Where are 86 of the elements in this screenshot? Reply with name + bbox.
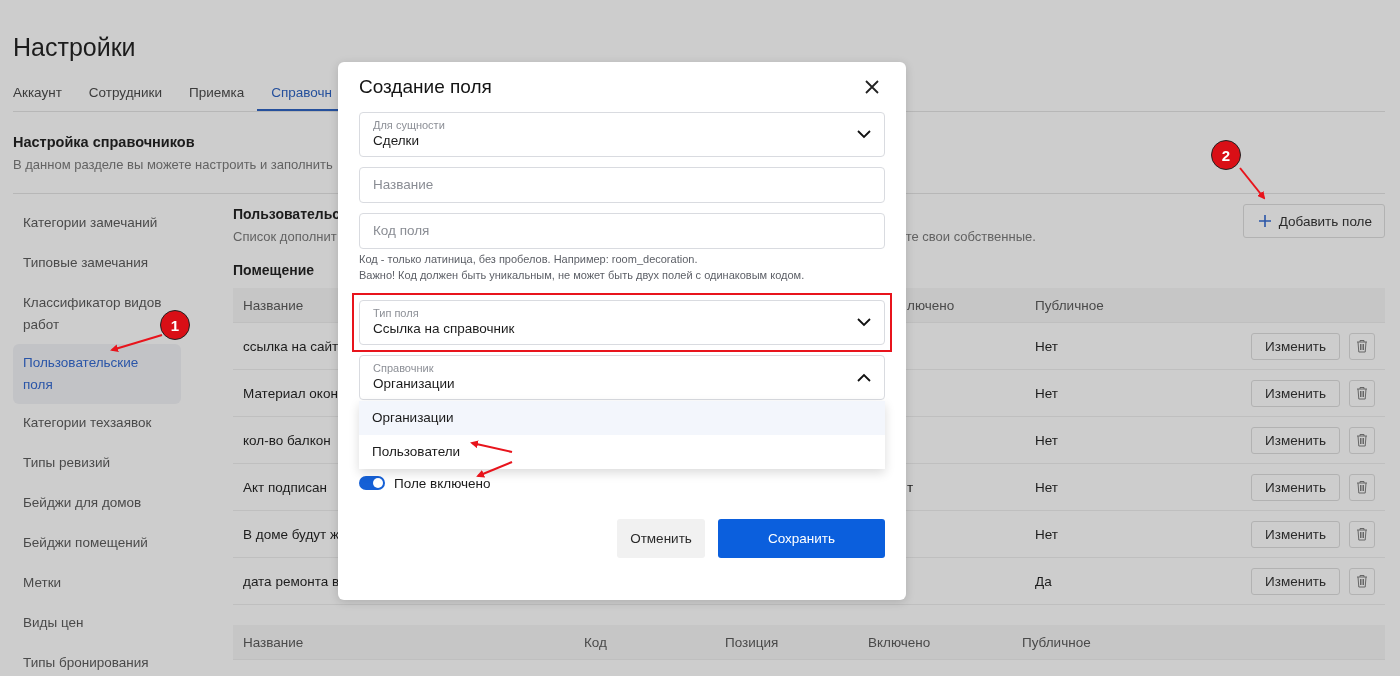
annotation-arrow: [476, 461, 513, 478]
chevron-up-icon: [857, 373, 871, 382]
toggle-switch[interactable]: [359, 476, 385, 491]
delete-button[interactable]: [1349, 379, 1375, 407]
sidebar-item[interactable]: Классификатор видов работ: [13, 284, 163, 344]
trash-icon: [1356, 527, 1368, 541]
edit-button[interactable]: Изменить: [1251, 379, 1340, 407]
table-cell-text: Нет: [1035, 385, 1059, 401]
step-badge: 1: [160, 310, 190, 340]
close-icon: [865, 79, 879, 94]
sidebar-item[interactable]: Бейджи для домов: [13, 484, 142, 524]
table-cell: ссылка на сайт: [243, 338, 339, 354]
edit-button[interactable]: Изменить: [1251, 520, 1340, 548]
chevron-down-icon: [857, 129, 871, 139]
column-header: Публичное: [1035, 297, 1105, 313]
section-description: Список дополнит: [233, 228, 337, 246]
sidebar-item[interactable]: Типовые замечания: [13, 244, 149, 284]
select-field[interactable]: Тип поля Ссылка на справочник: [359, 300, 885, 345]
sidebar-item[interactable]: Пользовательские поля: [13, 344, 181, 404]
trash-icon: [1356, 339, 1368, 353]
sidebar-item[interactable]: Бейджи помещений: [13, 524, 148, 564]
column-header: Название: [243, 297, 304, 313]
tab[interactable]: Аккаунт: [13, 76, 62, 109]
delete-button[interactable]: [1349, 567, 1375, 595]
delete-button[interactable]: [1349, 473, 1375, 501]
toggle-label: Поле включено: [394, 476, 491, 491]
table-cell-text: Да: [1035, 573, 1053, 589]
table-cell: Акт подписан: [243, 479, 327, 495]
table-cell: кол-во балкон: [243, 432, 331, 448]
column-header: лючено: [907, 297, 956, 313]
column-header: Название: [242, 634, 305, 650]
table-cell: Материал окон: [243, 385, 338, 401]
edit-button[interactable]: Изменить: [1251, 426, 1340, 454]
delete-button[interactable]: [1349, 332, 1375, 360]
sidebar-item[interactable]: Категории техзаявок: [13, 404, 152, 444]
add-field-button[interactable]: Добавить поле: [1242, 204, 1385, 238]
table-cell: дата ремонта в: [243, 573, 340, 589]
annotation-arrow: [1239, 167, 1266, 200]
sidebar-item[interactable]: Типы бронирования: [13, 644, 149, 676]
input-field[interactable]: Название: [359, 166, 885, 203]
annotation-arrow: [470, 440, 513, 453]
delete-button[interactable]: [1349, 520, 1375, 548]
trash-icon: [1356, 433, 1368, 447]
dropdown-option[interactable]: Организации: [359, 401, 885, 435]
edit-button[interactable]: Изменить: [1251, 473, 1340, 501]
table-cell-text: Нет: [1035, 338, 1059, 354]
hint-text: Важно! Код должен быть уникальным, не может быть двух полей с одинаковым кодом.: [359, 268, 806, 283]
save-button[interactable]: Сохранить: [718, 519, 885, 558]
hint-text: Код - только латиница, без пробелов. Например: room_decoration.: [359, 252, 699, 267]
column-header: Публичное: [1022, 634, 1091, 650]
select-field[interactable]: Для сущности Сделки: [359, 111, 885, 157]
sidebar-item[interactable]: Метки: [13, 564, 62, 604]
section-title: Настройка справочников: [13, 133, 195, 152]
section-description: те свои собственные.: [905, 228, 1036, 246]
trash-icon: [1356, 386, 1368, 400]
group-title: Помещение: [233, 261, 315, 280]
sidebar-item[interactable]: Виды цен: [13, 604, 84, 644]
cancel-button[interactable]: Отменить: [617, 519, 705, 558]
column-header: Код: [584, 634, 608, 650]
section-heading: Пользовательс: [233, 205, 341, 224]
edit-button[interactable]: Изменить: [1251, 332, 1340, 360]
sidebar-item[interactable]: Типы ревизий: [13, 444, 110, 484]
tab[interactable]: Приемка: [189, 76, 245, 109]
table-cell: т: [907, 479, 914, 495]
close-button[interactable]: [864, 78, 880, 95]
trash-icon: [1356, 574, 1368, 588]
section-description: В данном разделе вы можете настроить и заполнить: [13, 156, 333, 174]
input-field[interactable]: Код поля: [359, 212, 885, 249]
column-header: Позиция: [725, 634, 780, 650]
plus-icon: [1258, 215, 1271, 227]
chevron-down-icon: [857, 318, 871, 327]
dropdown-option[interactable]: Пользователи: [359, 435, 885, 469]
column-header: Включено: [868, 634, 932, 650]
step-badge: 2: [1211, 140, 1241, 170]
sidebar-item[interactable]: Категории замечаний: [13, 204, 158, 244]
trash-icon: [1356, 480, 1368, 494]
table-cell-text: Нет: [1035, 526, 1059, 542]
annotation-arrow: [110, 334, 163, 353]
delete-button[interactable]: [1349, 426, 1375, 454]
dialog-title: Создание поля: [359, 75, 492, 98]
page-title: Настройки: [12, 32, 137, 63]
select-field[interactable]: Справочник Организации: [359, 355, 885, 400]
edit-button[interactable]: Изменить: [1251, 567, 1340, 595]
table-cell-text: Нет: [1035, 479, 1059, 495]
table-cell-text: Нет: [1035, 432, 1059, 448]
tab[interactable]: Сотрудники: [88, 76, 162, 109]
